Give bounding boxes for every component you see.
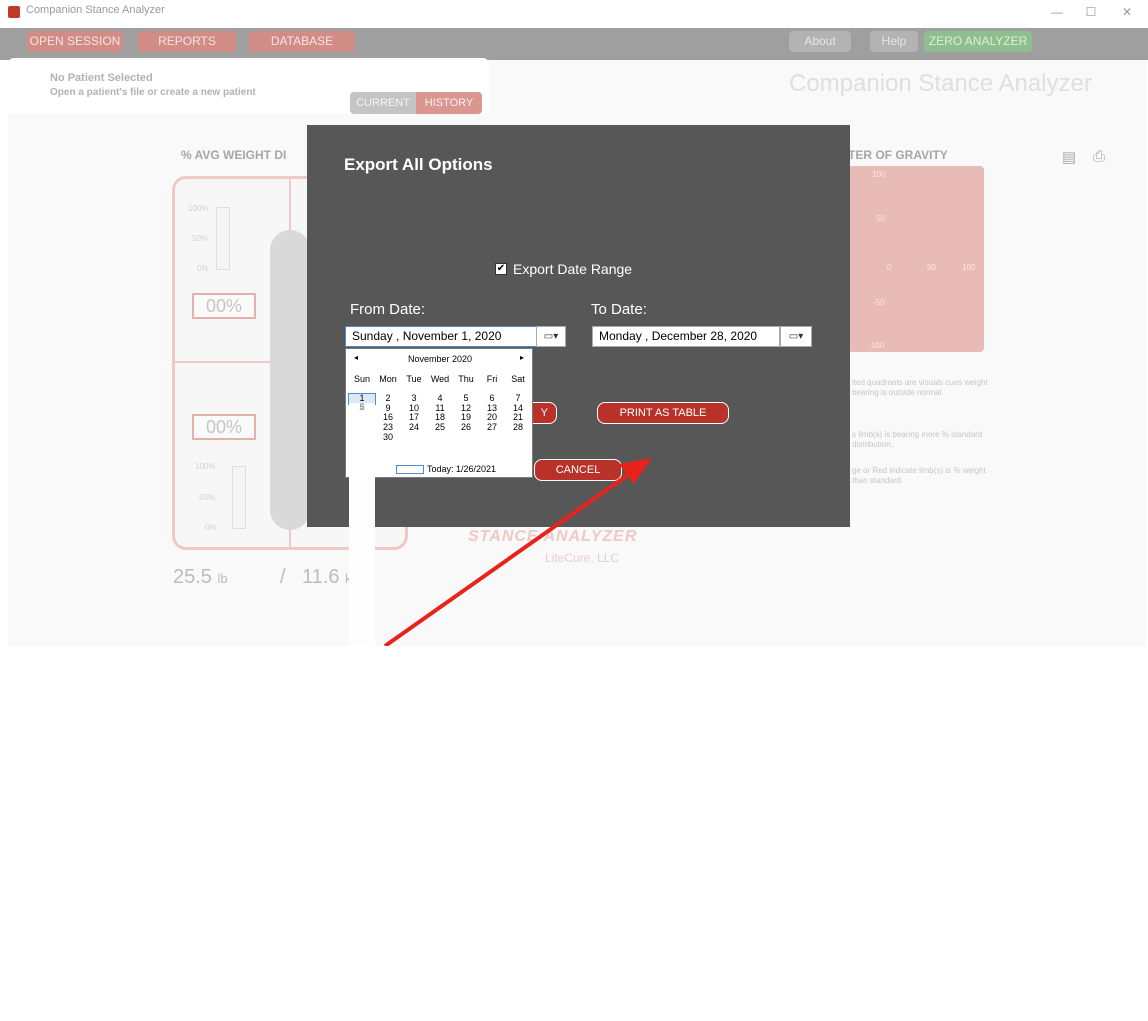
to-date-label: To Date: xyxy=(591,301,647,318)
calendar-dropdown-icon[interactable]: ▭▾ xyxy=(780,326,812,347)
export-date-range-checkbox[interactable]: ✔ xyxy=(495,263,507,275)
date-picker-calendar: ◂ November 2020 ▸ Sun Mon Tue Wed Thu Fri Sat 2… xyxy=(345,348,534,1021)
calendar-day[interactable]: 27 xyxy=(479,422,505,433)
app-icon xyxy=(8,6,20,18)
calendar-weekday-row: Sun Mon Tue Wed Thu Fri Sat xyxy=(349,374,531,385)
cancel-button[interactable]: CANCEL xyxy=(534,459,622,481)
calendar-week-row: 22 23 24 25 26 27 28 xyxy=(349,422,531,433)
calendar-day[interactable]: 5 xyxy=(349,402,375,1021)
title-bar: Companion Stance Analyzer — ☐ ✕ xyxy=(0,0,1148,28)
dialog-title: Export All Options xyxy=(344,155,493,174)
export-date-range-label: Export Date Range xyxy=(513,261,633,277)
minimize-icon[interactable]: — xyxy=(1046,2,1068,22)
calendar-day[interactable]: 28 xyxy=(505,422,531,433)
maximize-icon[interactable]: ☐ xyxy=(1080,2,1102,22)
weekday-label: Sat xyxy=(511,374,525,384)
weekday-label: Tue xyxy=(406,374,422,384)
today-marker xyxy=(396,465,424,475)
calendar-grid: Sun Mon Tue Wed Thu Fri Sat 25 26 27 28 29 30 31 1 2 3 4 5… xyxy=(348,374,531,1021)
to-date-field[interactable]: Monday , December 28, 2020 xyxy=(592,326,780,347)
calendar-dropdown-icon[interactable]: ▭▾ xyxy=(536,326,566,347)
from-date-label: From Date: xyxy=(350,301,426,318)
weekday-label: Wed xyxy=(430,374,450,384)
calendar-today[interactable]: Today: 1/26/2021 xyxy=(396,464,497,475)
next-month-icon[interactable]: ▸ xyxy=(520,353,524,362)
weekday-label: Sun xyxy=(353,374,370,384)
calendar-day[interactable]: 25 xyxy=(427,422,453,433)
calendar-month-title[interactable]: November 2020 xyxy=(346,354,534,364)
window-title: Companion Stance Analyzer xyxy=(26,4,165,16)
print-as-table-button[interactable]: PRINT AS TABLE xyxy=(597,402,729,424)
calendar-week-row: 29 30 1 2 3 4 5 xyxy=(349,402,531,1021)
today-label: Today: 1/26/2021 xyxy=(427,464,497,474)
from-date-field[interactable]: Sunday , November 1, 2020 xyxy=(345,326,537,347)
weekday-label: Fri xyxy=(486,374,498,384)
close-icon[interactable]: ✕ xyxy=(1116,2,1138,22)
calendar-day[interactable]: 30 xyxy=(375,432,401,443)
calendar-day[interactable]: 26 xyxy=(453,422,479,433)
weekday-label: Mon xyxy=(379,374,397,384)
calendar-day[interactable]: 24 xyxy=(401,422,427,433)
weekday-label: Thu xyxy=(458,374,474,384)
app-window: Companion Stance Analyzer — ☐ ✕ OPEN SES… xyxy=(0,0,1148,1021)
